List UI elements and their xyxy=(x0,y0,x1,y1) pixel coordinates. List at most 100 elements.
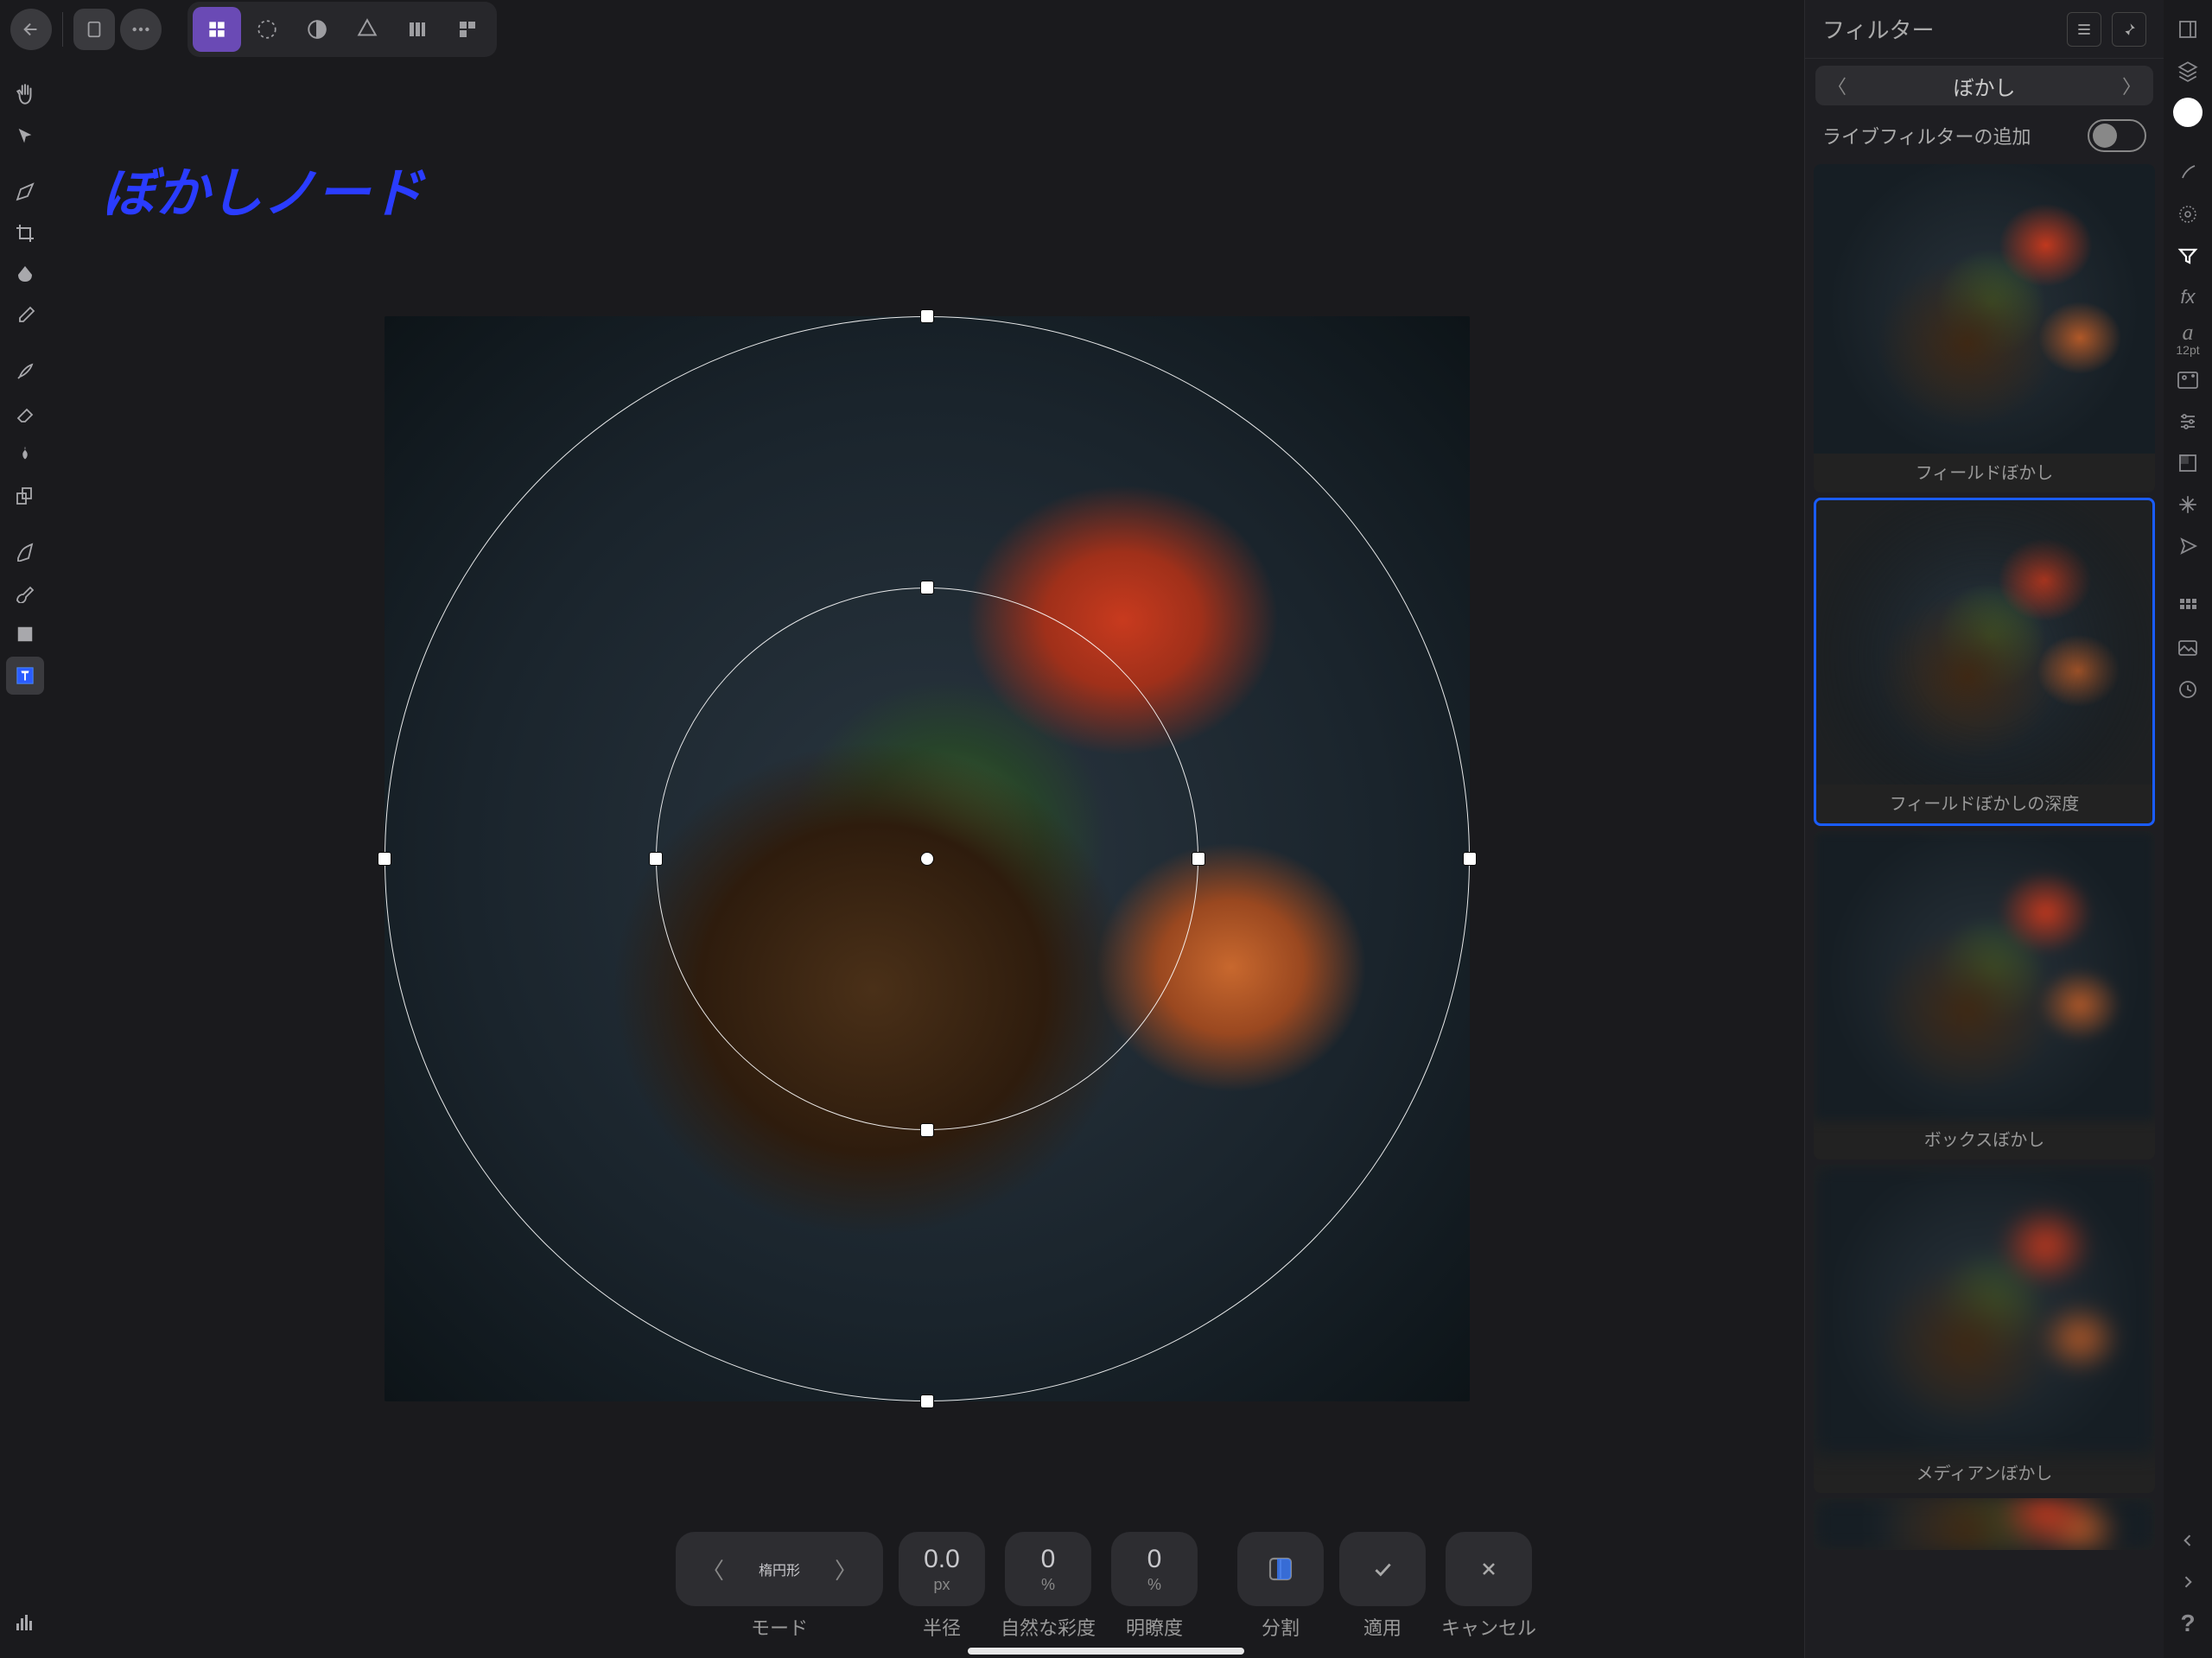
pin-icon[interactable] xyxy=(2112,12,2146,47)
chevron-left-icon: 〈 xyxy=(702,1553,724,1585)
split-label: 分割 xyxy=(1262,1613,1300,1641)
help-icon[interactable]: ? xyxy=(2169,1604,2207,1642)
live-filter-toggle[interactable] xyxy=(2088,119,2146,152)
filter-thumb[interactable]: フィールドぼかしの深度 xyxy=(1814,498,2155,827)
handle-node[interactable] xyxy=(649,852,663,866)
paint-brush-icon[interactable] xyxy=(6,353,44,391)
chevron-left-icon[interactable] xyxy=(2169,1521,2207,1560)
radius-label: 半径 xyxy=(923,1613,961,1641)
more-icon[interactable] xyxy=(120,9,162,50)
handle-node[interactable] xyxy=(920,309,934,323)
chevron-left-icon[interactable]: 〈 xyxy=(1827,72,1847,99)
cancel-label: キャンセル xyxy=(1441,1613,1536,1641)
list-view-icon[interactable] xyxy=(2067,12,2101,47)
filter-list[interactable]: フィールドぼかしフィールドぼかしの深度ボックスぼかしメディアンぼかし xyxy=(1805,164,2164,1658)
brushes-icon[interactable] xyxy=(2169,154,2207,192)
color-swatch-icon[interactable] xyxy=(2169,93,2207,131)
export-persona-icon[interactable] xyxy=(393,7,442,52)
channels-icon[interactable] xyxy=(2169,444,2207,482)
stock-icon[interactable] xyxy=(2169,361,2207,399)
vector-brush-icon[interactable] xyxy=(6,574,44,612)
fx-icon[interactable]: fx xyxy=(2169,278,2207,316)
clarity-label: 明瞭度 xyxy=(1126,1613,1183,1641)
mode-selector[interactable]: 〈 楕円形 〉 xyxy=(676,1532,883,1606)
filter-preview xyxy=(1814,164,2155,454)
history-icon[interactable] xyxy=(2169,670,2207,708)
filter-thumb[interactable]: メディアンぼかし xyxy=(1814,1165,2155,1493)
sliders-icon[interactable] xyxy=(2169,403,2207,441)
photo-persona-icon[interactable] xyxy=(193,7,241,52)
expand-studio-icon[interactable] xyxy=(2169,10,2207,48)
tone-map-persona-icon[interactable] xyxy=(343,7,391,52)
transform-icon[interactable] xyxy=(2169,486,2207,524)
back-button[interactable] xyxy=(10,9,52,50)
persona-switcher xyxy=(188,2,497,57)
clone-tool-icon[interactable] xyxy=(6,477,44,515)
filter-thumb[interactable]: フィールドぼかし xyxy=(1814,164,2155,492)
astro-persona-icon[interactable] xyxy=(443,7,492,52)
studio-sidebar: fx a 12pt ? xyxy=(2164,0,2212,1658)
chevron-right-icon[interactable] xyxy=(2169,1563,2207,1601)
erase-brush-icon[interactable] xyxy=(6,394,44,432)
navigator-icon[interactable] xyxy=(2169,527,2207,565)
swatches-grid-icon[interactable] xyxy=(2169,588,2207,626)
clarity-control[interactable]: 0 % xyxy=(1111,1532,1198,1606)
flood-select-icon[interactable] xyxy=(6,256,44,294)
handle-node[interactable] xyxy=(378,852,391,866)
text-tool-icon[interactable] xyxy=(6,657,44,695)
handle-node[interactable] xyxy=(920,1394,934,1408)
split-button[interactable] xyxy=(1237,1532,1324,1606)
assets-icon[interactable] xyxy=(2169,629,2207,667)
filter-label: メディアンぼかし xyxy=(1814,1454,2155,1493)
chevron-right-icon[interactable]: 〉 xyxy=(2122,72,2141,99)
document-icon[interactable] xyxy=(73,9,115,50)
filter-thumb[interactable] xyxy=(1814,1498,2155,1550)
histogram-icon[interactable] xyxy=(6,1603,44,1641)
filter-preview xyxy=(1814,1498,2155,1550)
panel-header: フィルター xyxy=(1805,0,2164,59)
mode-value: 楕円形 xyxy=(759,1559,800,1579)
add-live-filter-row: ライブフィルターの追加 xyxy=(1805,112,2164,164)
text-styles-icon[interactable]: a 12pt xyxy=(2169,320,2207,358)
layers-icon[interactable] xyxy=(2169,52,2207,90)
color-picker-icon[interactable] xyxy=(6,297,44,335)
adjustments-icon[interactable] xyxy=(2169,195,2207,233)
selection-brush-icon[interactable] xyxy=(6,173,44,211)
center-node[interactable] xyxy=(920,852,934,866)
filter-label: ボックスぼかし xyxy=(1814,1121,2155,1159)
handle-node[interactable] xyxy=(920,1123,934,1137)
filter-label: フィールドぼかしの深度 xyxy=(1816,785,2152,823)
cancel-button[interactable] xyxy=(1446,1532,1532,1606)
hand-tool-icon[interactable] xyxy=(6,76,44,114)
handle-node[interactable] xyxy=(1192,852,1205,866)
filter-category-nav[interactable]: 〈 ぼかし 〉 xyxy=(1815,66,2153,105)
burn-tool-icon[interactable] xyxy=(6,435,44,473)
pen-tool-icon[interactable] xyxy=(6,532,44,570)
vibrance-control[interactable]: 0 % xyxy=(1005,1532,1091,1606)
mode-label: モード xyxy=(751,1613,808,1641)
develop-persona-icon[interactable] xyxy=(293,7,341,52)
home-indicator xyxy=(968,1648,1244,1655)
liquify-persona-icon[interactable] xyxy=(243,7,291,52)
separator xyxy=(62,12,63,47)
radius-control[interactable]: 0.0 px xyxy=(899,1532,985,1606)
close-icon xyxy=(1478,1559,1499,1579)
rectangle-tool-icon[interactable] xyxy=(6,615,44,653)
image-with-bokeh-overlay[interactable] xyxy=(385,316,1470,1401)
split-icon xyxy=(1267,1555,1294,1583)
handle-node[interactable] xyxy=(920,581,934,594)
filter-thumb[interactable]: ボックスぼかし xyxy=(1814,831,2155,1159)
apply-button[interactable] xyxy=(1339,1532,1426,1606)
move-tool-icon[interactable] xyxy=(6,118,44,156)
crop-tool-icon[interactable] xyxy=(6,214,44,252)
panel-title: フィルター xyxy=(1822,13,1934,45)
check-icon xyxy=(1371,1558,1394,1580)
add-live-label: ライブフィルターの追加 xyxy=(1822,122,2031,149)
canvas-area[interactable]: ぼかしノード xyxy=(50,59,1804,1658)
filter-preview xyxy=(1814,831,2155,1121)
handle-node[interactable] xyxy=(1463,852,1477,866)
annotation-label: ぼかしノード xyxy=(102,149,423,227)
filters-studio-icon[interactable] xyxy=(2169,237,2207,275)
category-label: ぼかし xyxy=(1954,71,2016,101)
filter-preview xyxy=(1814,1165,2155,1454)
